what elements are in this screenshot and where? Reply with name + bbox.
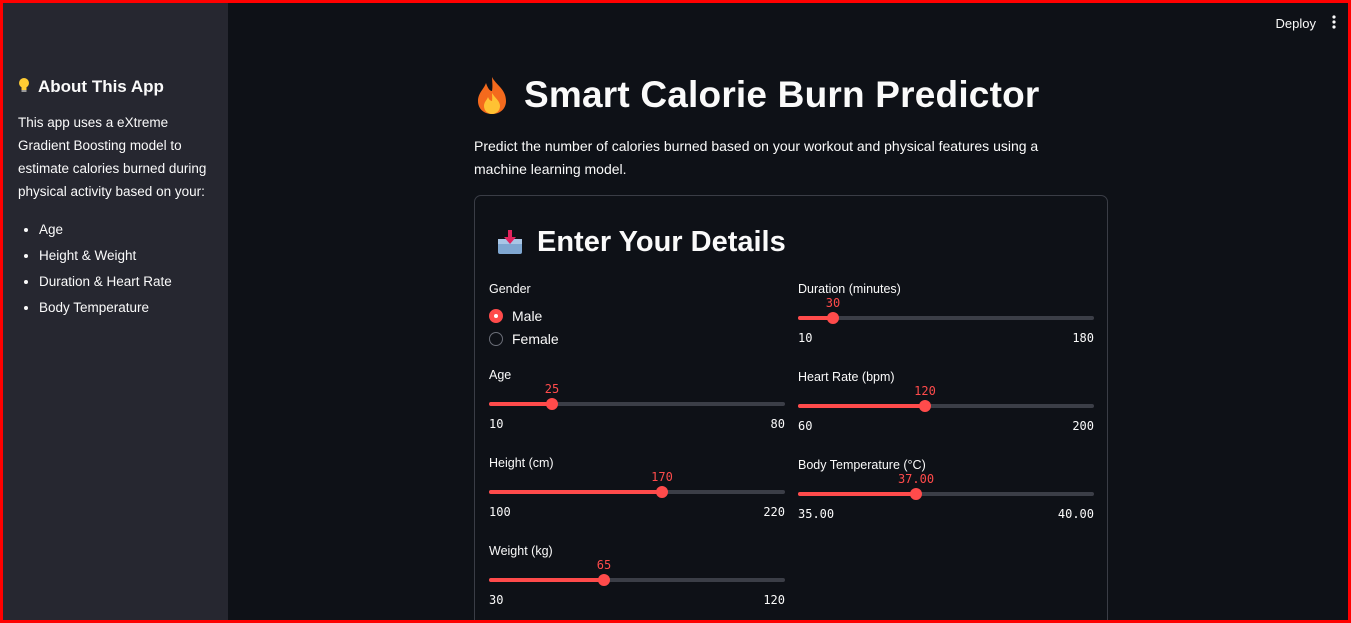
right-slider-stack: Duration (minutes) 30 10 180 Heart Rate (bpm… — [798, 280, 1094, 526]
age-max: 80 — [770, 417, 785, 431]
sidebar-heading: About This App — [18, 75, 214, 99]
duration-label: Duration (minutes) — [798, 282, 901, 296]
heart-rate-track[interactable] — [798, 404, 1094, 408]
radio-unselected-icon[interactable] — [489, 331, 503, 346]
top-toolbar: Deploy — [1276, 3, 1348, 43]
height-track[interactable] — [489, 490, 785, 494]
heart-rate-value: 120 — [914, 384, 936, 398]
height-min: 100 — [489, 505, 511, 519]
age-track[interactable] — [489, 402, 785, 406]
height-thumb[interactable] — [656, 486, 668, 498]
age-fill — [489, 402, 552, 406]
duration-min: 10 — [798, 331, 813, 345]
gender-option-label: Female — [512, 330, 559, 347]
height-slider[interactable]: Height (cm) 170 100 220 — [489, 454, 785, 524]
inbox-tray-icon — [495, 227, 525, 257]
height-value: 170 — [651, 470, 673, 484]
body-temperature-value: 37.00 — [897, 472, 935, 486]
heart-rate-min: 60 — [798, 419, 813, 433]
body-temperature-track[interactable] — [798, 492, 1094, 496]
body-temperature-max: 40.00 — [1057, 507, 1094, 521]
duration-slider[interactable]: Duration (minutes) 30 10 180 — [798, 280, 1094, 350]
feature-list: Age Height & Weight Duration & Heart Rat… — [18, 217, 214, 321]
form-column-right: Duration (minutes) 30 10 180 Heart Rate (bpm… — [798, 280, 1094, 544]
heart-rate-slider[interactable]: Heart Rate (bpm) 120 60 200 — [798, 368, 1094, 438]
weight-range: 30 120 — [489, 593, 785, 607]
feature-item-duration-heart-rate: Duration & Heart Rate — [39, 269, 214, 295]
page-title: Smart Calorie Burn Predictor — [474, 71, 1109, 119]
weight-label: Weight (kg) — [489, 544, 553, 558]
weight-value: 65 — [596, 558, 612, 572]
body-temperature-range: 35.00 40.00 — [798, 507, 1094, 521]
sidebar-description: This app uses a eXtreme Gradient Boostin… — [18, 115, 207, 199]
fire-icon — [474, 75, 510, 115]
kebab-menu-icon[interactable] — [1330, 14, 1338, 32]
body-temperature-slider[interactable]: Body Temperature (°C) 37.00 35.00 40.00 — [798, 456, 1094, 526]
page-title-text: Smart Calorie Burn Predictor — [524, 74, 1040, 115]
weight-fill — [489, 578, 604, 582]
form-column-left: Gender Male Female Age 25 10 80 Height (cm) 1… — [489, 280, 785, 620]
sidebar: About This App This app uses a eXtreme G… — [3, 3, 228, 620]
weight-slider[interactable]: Weight (kg) 65 30 120 — [489, 542, 785, 612]
heart-rate-fill — [798, 404, 925, 408]
weight-min: 30 — [489, 593, 504, 607]
duration-thumb[interactable] — [827, 312, 839, 324]
deploy-button[interactable]: Deploy — [1276, 16, 1316, 31]
gender-radio-group: Gender Male Female — [489, 280, 785, 366]
weight-track[interactable] — [489, 578, 785, 582]
body-temperature-min: 35.00 — [798, 507, 835, 521]
page-description: Predict the number of calories burned ba… — [474, 138, 1039, 177]
gender-option-female[interactable]: Female — [489, 327, 785, 350]
form-heading-text: Enter Your Details — [537, 225, 786, 258]
heart-rate-label: Heart Rate (bpm) — [798, 370, 895, 384]
feature-item-age: Age — [39, 217, 214, 243]
weight-thumb[interactable] — [598, 574, 610, 586]
feature-item-body-temperature: Body Temperature — [39, 295, 214, 321]
weight-max: 120 — [763, 593, 785, 607]
gender-option-male[interactable]: Male — [489, 304, 785, 327]
height-max: 220 — [763, 505, 785, 519]
body-temperature-fill — [798, 492, 916, 496]
duration-track[interactable] — [798, 316, 1094, 320]
heart-rate-thumb[interactable] — [919, 400, 931, 412]
age-label: Age — [489, 368, 512, 382]
sidebar-heading-text: About This App — [38, 77, 164, 96]
age-min: 10 — [489, 417, 504, 431]
lightbulb-icon — [18, 77, 30, 97]
age-value: 25 — [544, 382, 560, 396]
heart-rate-max: 200 — [1072, 419, 1094, 433]
duration-range: 10 180 — [798, 331, 1094, 345]
height-range: 100 220 — [489, 505, 785, 519]
app-window: About This App This app uses a eXtreme G… — [3, 3, 1348, 620]
feature-item-height-weight: Height & Weight — [39, 243, 214, 269]
radio-selected-icon[interactable] — [489, 308, 503, 323]
height-fill — [489, 490, 662, 494]
form-heading: Enter Your Details — [495, 222, 786, 262]
duration-value: 30 — [825, 296, 841, 310]
gender-option-label: Male — [512, 307, 543, 324]
age-range: 10 80 — [489, 417, 785, 431]
body-temperature-thumb[interactable] — [910, 488, 922, 500]
heart-rate-range: 60 200 — [798, 419, 1094, 433]
details-form: Enter Your Details Gender Male Female Ag… — [474, 195, 1108, 620]
age-thumb[interactable] — [546, 398, 558, 410]
age-slider[interactable]: Age 25 10 80 — [489, 366, 785, 436]
height-label: Height (cm) — [489, 456, 554, 470]
left-slider-stack: Age 25 10 80 Height (cm) 170 100 220 Weight (kg)… — [489, 366, 785, 612]
main-content: Smart Calorie Burn Predictor Predict the… — [474, 71, 1109, 620]
duration-max: 180 — [1072, 331, 1094, 345]
gender-label: Gender — [489, 282, 531, 296]
